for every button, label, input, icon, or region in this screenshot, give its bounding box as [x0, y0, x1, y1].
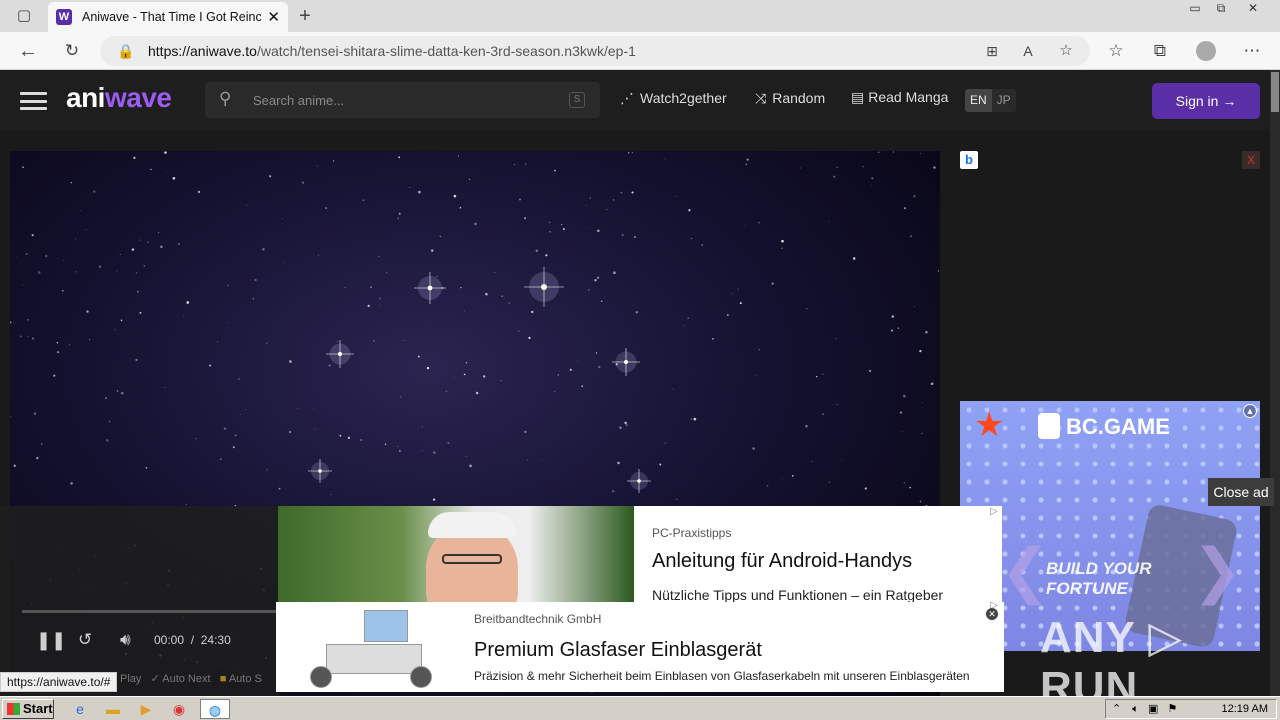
- lock-icon[interactable]: 🔒: [112, 37, 140, 65]
- browser-tab[interactable]: W Aniwave - That Time I Got Reinca ✕: [48, 2, 288, 32]
- player-toggles: Play ✓ Auto Next ■ Auto S: [120, 672, 262, 685]
- page-scrollbar-thumb[interactable]: [1271, 72, 1279, 112]
- ad1-person-hair: [428, 512, 516, 538]
- time-display: 00:00 / 24:30: [154, 633, 231, 647]
- app-available-icon[interactable]: ⊞: [978, 37, 1006, 65]
- hamburger-menu-icon[interactable]: [20, 92, 47, 110]
- ad2-close-icon[interactable]: ✕: [986, 608, 998, 620]
- adchoices-icon[interactable]: ▲: [1243, 404, 1257, 418]
- rewind-10-icon[interactable]: ↺: [78, 630, 92, 650]
- tab-favicon-icon: W: [56, 9, 72, 25]
- media-player-icon[interactable]: ▶: [134, 699, 158, 719]
- volume-tray-icon[interactable]: 🔈︎: [1132, 703, 1139, 715]
- language-toggle: EN JP: [965, 89, 1016, 112]
- ad2-description: Präzision & mehr Sicherheit beim Einblas…: [474, 669, 970, 683]
- browser-toolbar: ← ↻ 🔒 https://aniwave.to/watch/tensei-sh…: [0, 32, 1280, 70]
- status-bar-url: https://aniwave.to/#: [0, 672, 118, 692]
- minimize-button[interactable]: ▭: [1182, 0, 1208, 16]
- collections-icon[interactable]: ⧉: [1146, 37, 1174, 65]
- restore-button[interactable]: ⧉: [1208, 0, 1234, 16]
- close-window-button[interactable]: ✕: [1240, 0, 1266, 16]
- more-menu-icon[interactable]: ⋯: [1238, 37, 1266, 65]
- glasfaser-ad[interactable]: Breitbandtechnik GmbH Premium Glasfaser …: [276, 602, 1004, 692]
- ad2-source: Breitbandtechnik GmbH: [474, 612, 602, 626]
- pause-icon[interactable]: ❚❚: [36, 630, 66, 651]
- chevron-left-icon: ❮: [1000, 537, 1051, 604]
- address-bar[interactable]: 🔒 https://aniwave.to/watch/tensei-shitar…: [100, 36, 1090, 66]
- back-arrow-icon[interactable]: ←: [14, 37, 42, 65]
- browser-tab-strip: ▢ W Aniwave - That Time I Got Reinca ✕ +…: [0, 0, 1280, 32]
- tab-actions-icon[interactable]: ▢: [10, 2, 38, 30]
- toggle-auto-skip[interactable]: Auto S: [229, 673, 262, 685]
- windows-taskbar: Start e ▬ ▶ ◉ ◍ ⌃ 🔈︎ ▣ ⚑ 12:19 AM: [0, 696, 1280, 720]
- watch2gether-link[interactable]: ⋰ Watch2gether: [620, 90, 727, 107]
- ad1-adchoices-icon[interactable]: ▷: [990, 506, 998, 517]
- player-controls-overlay: [0, 506, 280, 696]
- bc-game-logo: BC.GAME: [1038, 413, 1170, 440]
- volume-icon[interactable]: 🔊︎: [120, 630, 131, 650]
- shuffle-icon: ⤨: [755, 90, 767, 106]
- read-manga-link[interactable]: ▤ Read Manga: [851, 89, 948, 106]
- lang-en-button[interactable]: EN: [965, 89, 992, 112]
- start-button[interactable]: Start: [2, 699, 54, 719]
- favorites-icon[interactable]: ☆: [1102, 37, 1130, 65]
- folder-icon[interactable]: ▬: [101, 699, 125, 719]
- book-icon: ▤: [851, 89, 865, 105]
- check-icon: ✓: [150, 673, 160, 685]
- close-ad-button[interactable]: Close ad: [1208, 478, 1274, 506]
- read-aloud-icon[interactable]: A: [1014, 37, 1042, 65]
- flag-tray-icon[interactable]: ⚑: [1167, 703, 1177, 715]
- tab-close-icon[interactable]: ✕: [267, 8, 280, 26]
- system-tray: ⌃ 🔈︎ ▣ ⚑ 12:19 AM: [1105, 699, 1277, 719]
- tab-title: Aniwave - That Time I Got Reinca: [82, 10, 262, 24]
- site-header: aniwave ⚲ S ⋰Watch2gether ⤨Random ▤Read …: [0, 70, 1270, 131]
- progress-bar[interactable]: [22, 610, 278, 613]
- bing-ad-badge-icon[interactable]: b: [960, 151, 978, 169]
- chrome-icon[interactable]: ◉: [167, 699, 191, 719]
- ad1-source: PC-Praxistipps: [652, 526, 732, 540]
- ad1-description: Nützliche Tipps und Funktionen – ein Rat…: [652, 587, 944, 602]
- url-text: https://aniwave.to/watch/tensei-shitara-…: [148, 43, 636, 59]
- edge-icon[interactable]: ◍: [200, 699, 230, 719]
- toggle-auto-next[interactable]: Auto Next: [162, 673, 210, 685]
- profile-avatar[interactable]: [1196, 41, 1216, 61]
- page-scrollbar[interactable]: [1270, 70, 1280, 696]
- clock: 12:19 AM: [1221, 703, 1268, 715]
- ad1-glasses: [442, 554, 502, 564]
- bc-tagline: BUILD YOUR FORTUNE: [1046, 559, 1152, 598]
- ad2-machine-image: [306, 608, 446, 688]
- toggle-auto-play[interactable]: Play: [120, 673, 141, 685]
- reload-icon[interactable]: ↻: [58, 37, 86, 65]
- random-link[interactable]: ⤨ Random: [755, 90, 825, 107]
- android-guide-ad[interactable]: PC-Praxistipps Anleitung für Android-Han…: [278, 506, 1002, 602]
- ad-close-x-button[interactable]: X: [1242, 151, 1260, 169]
- tray-expand-icon[interactable]: ⌃: [1112, 703, 1121, 715]
- star-icon: ★: [974, 406, 1005, 444]
- ad1-title[interactable]: Anleitung für Android-Handys: [652, 550, 912, 573]
- arrow-right-icon: →: [1222, 93, 1237, 109]
- network-tray-icon[interactable]: ▣: [1148, 703, 1158, 715]
- search-shortcut-key: S: [569, 92, 585, 108]
- search-input[interactable]: [253, 82, 553, 118]
- lang-jp-button[interactable]: JP: [991, 89, 1016, 112]
- sign-in-button[interactable]: Sign in →: [1152, 83, 1260, 119]
- square-icon: ■: [219, 673, 227, 685]
- aniwave-logo[interactable]: aniwave: [66, 82, 172, 114]
- windows-logo-icon: [7, 703, 20, 715]
- search-icon[interactable]: ⚲: [219, 89, 231, 109]
- add-favorite-icon[interactable]: ☆: [1052, 37, 1080, 65]
- share-icon: ⋰: [620, 90, 634, 106]
- search-box: ⚲ S: [205, 82, 600, 118]
- ie-icon[interactable]: e: [68, 699, 92, 719]
- new-tab-button[interactable]: +: [291, 2, 319, 30]
- ad2-title[interactable]: Premium Glasfaser Einblasgerät: [474, 639, 762, 662]
